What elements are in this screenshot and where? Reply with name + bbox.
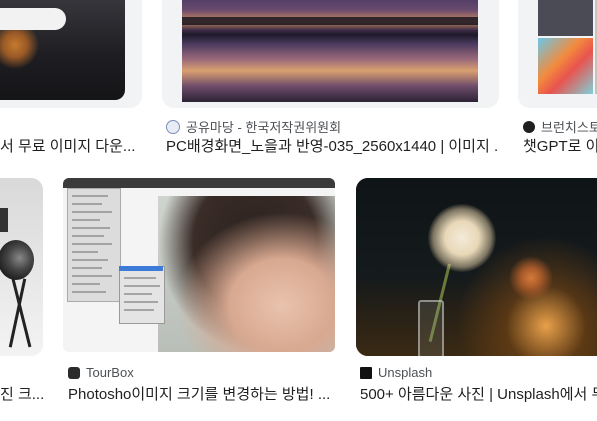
wall-frame	[0, 208, 8, 232]
result-image-4[interactable]	[0, 178, 43, 356]
result-caption-3[interactable]: 챗GPT로 이	[523, 135, 597, 156]
result-image-2[interactable]	[162, 0, 499, 108]
result-source-3[interactable]: 브런치스토	[523, 117, 597, 136]
dandelion-head	[428, 204, 496, 272]
result-image-3[interactable]	[518, 0, 597, 108]
dropdown-menu	[67, 188, 121, 302]
source-label: 브런치스토	[541, 120, 597, 135]
result-caption-1[interactable]: 서 무료 이미지 다운...	[0, 135, 145, 156]
skyline-silhouette	[182, 17, 478, 25]
result-source-5[interactable]: TourBox	[68, 365, 134, 380]
result-caption-5[interactable]: Photosho이미지 크기를 변경하는 방법! ...	[68, 383, 336, 404]
overlay-pill	[0, 8, 66, 30]
source-label: Unsplash	[378, 365, 433, 380]
result-caption-2[interactable]: PC배경화면_노을과 반영-035_2560x1440 | 이미지 ...	[166, 135, 498, 156]
result-source-2[interactable]: 공유마당 - 한국저작권위원회	[166, 117, 341, 136]
result-caption-4[interactable]: 진 크...	[0, 383, 45, 404]
glass-jar	[418, 300, 444, 356]
menu-highlight	[119, 266, 163, 271]
app-menubar	[63, 178, 335, 188]
brunch-logo-icon	[523, 120, 535, 133]
result-caption-6[interactable]: 500+ 아름다운 사진 | Unsplash에서 무...	[360, 383, 597, 404]
source-label: TourBox	[86, 365, 134, 380]
tourbox-logo-icon	[68, 366, 80, 379]
thumbnail-tile	[538, 0, 593, 36]
result-image-5[interactable]	[63, 178, 335, 352]
result-source-6[interactable]: Unsplash	[360, 365, 432, 380]
submenu	[119, 266, 165, 324]
result-image-6[interactable]	[356, 178, 597, 356]
thumbnail-tile	[538, 38, 593, 94]
unsplash-logo-icon	[360, 366, 372, 379]
globe-icon	[166, 119, 180, 134]
source-label: 공유마당 - 한국저작권위원회	[186, 120, 342, 135]
thumbnail-image	[182, 0, 478, 102]
result-image-1[interactable]	[0, 0, 142, 108]
portrait-photo	[158, 196, 335, 352]
